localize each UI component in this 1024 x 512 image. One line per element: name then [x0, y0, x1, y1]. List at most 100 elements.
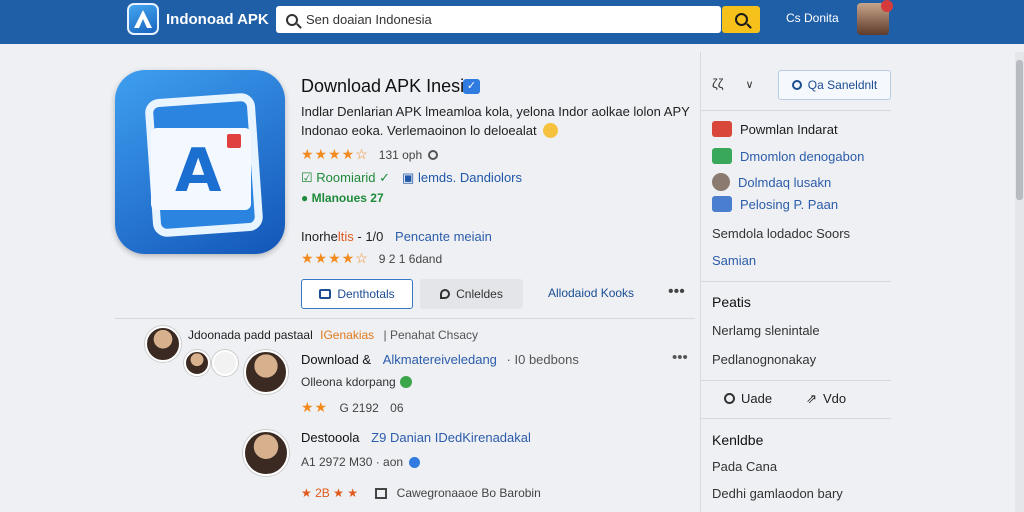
- category-tag[interactable]: ● Mlanoues 27: [301, 191, 384, 205]
- green-link[interactable]: ☑ Roomiarid ✓: [301, 170, 390, 186]
- avatar[interactable]: [243, 430, 289, 476]
- comment-1-link[interactable]: Alkmatereiveledang: [383, 352, 497, 367]
- installs-row: Inorheltis - 1/0 Pencante meiain: [301, 229, 492, 244]
- sidebar-item-label: Dmomlon denogabon: [740, 148, 865, 164]
- installs-separator: - 1/0: [357, 229, 384, 244]
- search-button[interactable]: [722, 6, 760, 33]
- comment-2-link[interactable]: Z9 Danian IDedKirenadakal: [371, 430, 531, 445]
- avatar[interactable]: [184, 350, 210, 376]
- installs-link[interactable]: Pencante meiain: [395, 229, 492, 244]
- magnifier-icon: [734, 13, 748, 26]
- brand[interactable]: Indonoad APK: [127, 3, 269, 35]
- avatar-icon: [712, 173, 730, 191]
- comment-1-rating: ★★ G 2192 06: [301, 399, 404, 416]
- star-rating-icon: ★★★★☆: [301, 146, 369, 162]
- sidebar-text[interactable]: Dedhi gamlaodon bary: [712, 486, 843, 501]
- green-link-text: Roomiarid: [316, 170, 376, 185]
- avatar[interactable]: [212, 350, 238, 376]
- all-books-link[interactable]: Allodaiod Kooks: [548, 286, 634, 300]
- sidebar-action-search[interactable]: Uade: [724, 391, 772, 407]
- category-tag-count: 27: [370, 191, 384, 205]
- sidebar-search-button[interactable]: Qa Saneldnlt: [778, 70, 891, 100]
- brand-name: Indonoad APK: [166, 10, 269, 28]
- star-rating-icon-2: ★★★★☆: [301, 250, 369, 266]
- comment-header-name: Jdoonada padd pastaal: [188, 328, 313, 342]
- info-icon[interactable]: [428, 149, 439, 160]
- avatar[interactable]: [145, 326, 181, 362]
- app-tag-icon: [227, 134, 241, 148]
- comment-more-icon[interactable]: •••: [672, 349, 688, 366]
- comment-header: Jdoonada padd pastaal IGenakias | Penaha…: [188, 328, 478, 342]
- reply-icon[interactable]: [375, 488, 388, 499]
- rating-row: ★★★★☆ 131 oph: [301, 146, 439, 163]
- installs-prefix: Inorhe: [301, 229, 338, 244]
- details-button-label: Cnleldes: [456, 287, 503, 301]
- pen-icon: [440, 289, 451, 299]
- sidebar-action-search-label: Uade: [741, 391, 773, 406]
- avatar[interactable]: [244, 350, 288, 394]
- search-icon: [286, 13, 298, 26]
- comment-3-rating: ★ 2B ★ ★: [301, 486, 358, 500]
- sidebar-item-label: Powmlan Indarat: [740, 121, 838, 137]
- notification-badge-icon[interactable]: [881, 0, 893, 12]
- search-bar[interactable]: [276, 6, 721, 33]
- user-name[interactable]: Cs Donita: [786, 11, 839, 25]
- emoji-icon: [542, 123, 558, 138]
- app-glyph-icon: A: [175, 136, 222, 206]
- more-options-icon[interactable]: •••: [668, 283, 685, 301]
- rating-count: 131 oph: [378, 147, 423, 162]
- share-icon: ⇗: [806, 391, 817, 406]
- sidebar-action-share-label: Vdo: [822, 391, 847, 406]
- sidebar-text[interactable]: Nerlamg slenintale: [712, 323, 820, 338]
- comment-header-tag[interactable]: IGenakias: [320, 328, 374, 342]
- sidebar-action-share[interactable]: ⇗ Vdo: [806, 391, 846, 407]
- sidebar-search-label: Qa Saneldnlt: [807, 78, 878, 92]
- comment-1-author[interactable]: Download &: [301, 352, 371, 367]
- thumb-icon: [319, 289, 332, 299]
- rating-count-2: 9 2 1 6dand: [378, 251, 443, 266]
- sort-control[interactable]: ζζ ∨: [712, 76, 754, 91]
- sidebar-item[interactable]: Dmomlon denogabon: [712, 148, 864, 164]
- sort-label: ζζ: [712, 76, 724, 91]
- comment-1-rating-extra: 06: [390, 401, 404, 415]
- sidebar-heading: Kenldbe: [712, 432, 764, 448]
- developer-link-text: lemds. Dandiolors: [417, 170, 522, 185]
- section-divider: [115, 318, 695, 319]
- sidebar-divider: [701, 418, 891, 419]
- app-description-text: Indonao eoka. Verlemaoinon lo deloealat: [301, 123, 537, 138]
- comment-1-subtitle-text: Olleona kdorpang: [301, 375, 396, 389]
- search-input[interactable]: [306, 12, 706, 27]
- app-links-row: ☑ Roomiarid ✓ ▣ lemds. Dandiolors: [301, 170, 522, 186]
- rating-row-2: ★★★★☆ 9 2 1 6dand: [301, 250, 442, 267]
- sidebar-item[interactable]: Dolmdaq lusakn: [712, 173, 831, 191]
- sidebar-divider: [701, 281, 891, 282]
- app-description-line2: Indonao eoka. Verlemaoinon lo deloealat: [301, 123, 558, 138]
- comment-2-author[interactable]: Destooola: [301, 430, 360, 445]
- search-icon: [724, 393, 735, 404]
- sidebar-item-label: Dolmdaq lusakn: [738, 174, 832, 190]
- comment-3-text: Cawegronaaoe Bo Barobin: [396, 486, 541, 500]
- developer-link[interactable]: ▣ lemds. Dandiolors: [402, 170, 522, 186]
- download-icon: [712, 121, 732, 137]
- sidebar-item-label: Pelosing P. Paan: [740, 196, 839, 212]
- comment-1-rating-count: G 2192: [339, 401, 379, 415]
- sidebar-text: Semdola lodadoc Soors: [712, 226, 851, 241]
- category-tag-text: Mlanoues: [311, 191, 367, 205]
- app-title: Download APK Inesia: [301, 76, 475, 96]
- sidebar-item[interactable]: Powmlan Indarat: [712, 121, 838, 137]
- scrollbar-thumb[interactable]: [1016, 60, 1023, 200]
- sidebar-text[interactable]: Pedlanognonakay: [712, 352, 816, 367]
- comment-3-row: ★ 2B ★ ★ Cawegronaaoe Bo Barobin: [301, 486, 541, 500]
- sidebar-link[interactable]: Samian: [712, 253, 756, 268]
- app-description-line1: Indlar Denlarian APK lmeamloa kola, yelo…: [301, 104, 690, 119]
- comment-2-subtitle-text: A1 2972 M30 · aon: [301, 455, 404, 469]
- search-icon: [791, 80, 802, 90]
- details-button[interactable]: Cnleldes: [420, 279, 523, 309]
- comment-2-title: Destooola Z9 Danian IDedKirenadakal: [301, 430, 531, 445]
- download-button[interactable]: Denthotals: [301, 279, 413, 309]
- sidebar-text[interactable]: Pada Cana: [712, 459, 777, 474]
- verified-badge-icon: [409, 457, 421, 468]
- star-rating-icon-3: ★★: [301, 399, 329, 415]
- chevron-down-icon: ∨: [745, 79, 754, 91]
- sidebar-item[interactable]: Pelosing P. Paan: [712, 196, 838, 212]
